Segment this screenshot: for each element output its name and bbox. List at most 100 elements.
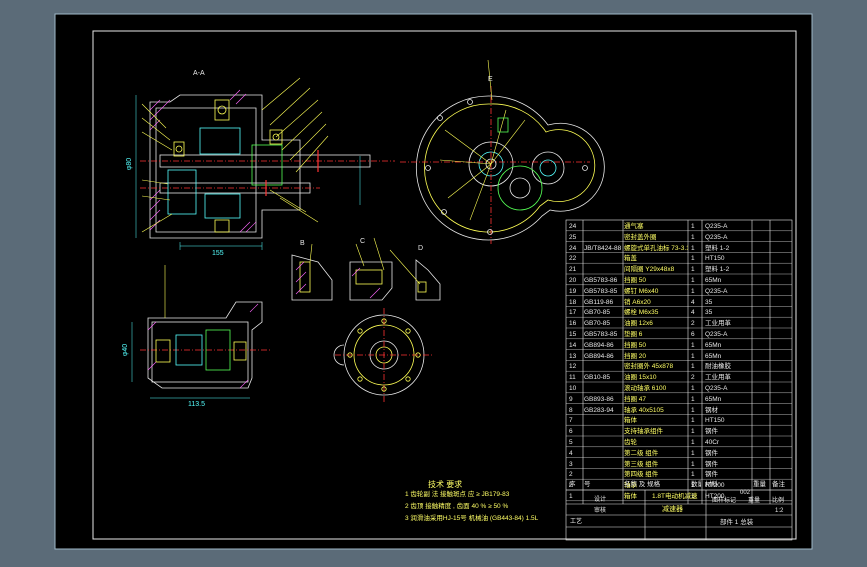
bom-header-qty: 数量: [691, 481, 701, 488]
bom-cell-name: 间隔圈 Y29x48x8: [624, 266, 675, 274]
bom-cell-code: GB70-85: [584, 309, 611, 317]
bom-cell-qty: 1: [691, 449, 695, 457]
bom-cell-material: Q235-A: [705, 385, 728, 392]
bom-cell-code: GB5783-85: [584, 287, 618, 295]
title-check-label: 审核: [594, 508, 607, 514]
bom-cell-qty: 1: [691, 233, 695, 241]
bom-row: 3 第三级 组件 1 钢件: [567, 459, 791, 470]
bom-cell-material: 钢材: [705, 406, 718, 414]
bom-cell-name: 轴承 40x5105: [624, 406, 664, 414]
bom-cell-qty: 1: [691, 255, 695, 263]
dimension-label: 113.5: [188, 401, 205, 408]
tech-requirements-title: 技术 要求: [428, 480, 463, 489]
bom-cell-material: 工业用革: [705, 320, 731, 328]
bom-cell-qty: 1: [691, 341, 695, 349]
title-drawing-name: 减速器: [662, 506, 683, 513]
bom-cell-no: 24: [569, 244, 577, 252]
bom-header-weight: 重量: [753, 481, 766, 488]
bom-cell-qty: 1: [691, 244, 695, 252]
bom-row: 20 GB5783-86 挡圈 50 1 65Mn: [567, 275, 791, 286]
bom-cell-code: GB10-85: [584, 374, 611, 382]
bom-cell-material: 65Mn: [705, 352, 722, 360]
bom-cell-no: 6: [569, 428, 573, 436]
view-label-c: C: [360, 238, 366, 245]
title-code: 002: [740, 490, 751, 496]
bom-cell-name: 密封圈外 45x878: [624, 363, 674, 371]
view-label-b: B: [300, 240, 305, 247]
bom-cell-qty: 1: [691, 277, 695, 284]
bom-cell-name: 支持轴承组件: [624, 428, 663, 436]
bom-row: 15 GB5783-85 垫圈 6 6 Q235-A: [567, 329, 791, 340]
tech-requirement-item: 2 齿顶 接触精度 , 齿面 40 % ≥ 50 %: [405, 503, 509, 510]
bom-cell-code: GB5783-85: [584, 331, 618, 338]
bom-row: 24 JB/T8424-88 螺旋式单孔油标 73-3.1 1 塑料 1-2: [567, 243, 791, 254]
bom-row: 4 第二级 组件 1 钢件: [567, 448, 791, 459]
bom-cell-no: 17: [569, 309, 577, 317]
title-weight-label: 重量: [748, 498, 761, 504]
bom-cell-no: 16: [569, 320, 577, 328]
bom-cell-code: GB283-94: [584, 406, 614, 414]
view-label-d: D: [418, 245, 424, 252]
bom-row: 10 滚动轴承 6100 1 Q235-A: [567, 383, 791, 394]
bom-cell-qty: 1: [691, 417, 695, 425]
bom-row: 14 GB894-86 挡圈 50 1 65Mn: [567, 340, 791, 351]
bom-cell-qty: 2: [691, 320, 695, 328]
bom-row: 17 GB70-85 螺栓 M6x35 4 35: [567, 307, 791, 318]
view-label-e: E: [488, 76, 493, 83]
bom-header-no: 序: [569, 481, 576, 488]
bom-cell-qty: 1: [691, 223, 695, 230]
bom-cell-no: 19: [569, 287, 577, 295]
bom-row: 24 通气塞 1 Q235-A: [567, 221, 791, 232]
bom-cell-material: 耐油橡胶: [705, 363, 731, 371]
title-process-label: 工艺: [570, 519, 583, 525]
bom-row: 16 GB70-85 油圈 12x6 2 工业用革: [567, 318, 791, 329]
bom-cell-qty: 1: [691, 352, 695, 360]
bom-cell-material: 40Cr: [705, 439, 720, 446]
bom-header-code: 号: [584, 481, 591, 488]
bom-cell-code: GB5783-86: [584, 277, 618, 284]
bom-cell-name: 第三级 组件: [624, 460, 659, 468]
bom-cell-material: 塑料 1-2: [705, 266, 730, 274]
tech-requirement-item: 3 润滑油采用HJ-15号 机械油 (GB443-84) 1.5L: [405, 515, 539, 522]
dimension-label: φ80: [126, 157, 134, 171]
dimension-label: 155: [212, 250, 224, 257]
title-ratio-label: 比例: [772, 498, 785, 504]
bom-cell-qty: 1: [691, 460, 695, 468]
bom-cell-qty: 1: [691, 439, 695, 446]
bom-cell-no: 14: [569, 341, 577, 349]
bom-row: 5 齿轮 1 40Cr: [567, 437, 791, 448]
bom-cell-material: HT150: [705, 417, 725, 425]
drawing-stage: A-A B C D E φ80 155 φ40 113.5 技术 要求 1 齿轮…: [0, 0, 867, 562]
bom-cell-no: 20: [569, 277, 577, 284]
bom-cell-code: GB70-85: [584, 320, 611, 328]
bom-cell-material: HT150: [705, 255, 725, 263]
bom-cell-name: 箱体: [624, 417, 637, 425]
bom-cell-no: 21: [569, 266, 577, 274]
bom-row: 11 GB10-85 油圈 15x10 2 工业用革: [567, 372, 791, 383]
bom-cell-name: 螺钉 M6x40: [624, 287, 659, 295]
bom-cell-name: 油圈 15x10: [624, 374, 657, 382]
bom-cell-no: 5: [569, 439, 573, 446]
bom-header-name: 名称 及 规格: [624, 481, 661, 488]
bom-cell-no: 25: [569, 233, 577, 241]
bom-cell-no: 12: [569, 363, 577, 371]
bom-cell-code: GB894-86: [584, 341, 614, 349]
bom-cell-name: 螺栓 M6x35: [624, 309, 659, 317]
bom-cell-code: GB119-86: [584, 298, 614, 306]
title-ratio-value: 1:2: [775, 508, 784, 514]
bom-cell-no: 18: [569, 298, 577, 306]
bom-cell-name: 挡圈 50: [624, 277, 647, 284]
title-product: 1.8T电动机减速: [652, 493, 698, 500]
bom-cell-no: 10: [569, 385, 577, 392]
bom-cell-qty: 1: [691, 385, 695, 392]
bom-cell-qty: 6: [691, 331, 695, 338]
bom-cell-qty: 1: [691, 428, 695, 436]
title-design-label: 设计: [594, 497, 607, 503]
bom-cell-material: 钢件: [705, 449, 718, 457]
bom-cell-material: 钢件: [705, 460, 718, 468]
bom-header: 序 号 名称 及 规格 数量 材料 重量 备注: [567, 479, 791, 490]
bom-row: 18 GB119-86 销 A6x20 4 35: [567, 297, 791, 308]
bom-cell-no: 24: [569, 223, 577, 230]
bom-cell-no: 15: [569, 331, 577, 338]
bom-cell-name: 油圈 12x6: [624, 320, 653, 328]
